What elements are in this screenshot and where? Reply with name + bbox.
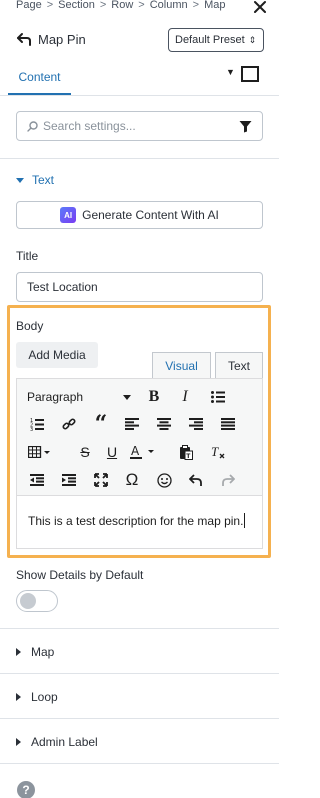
svg-text:3: 3 [30,427,33,431]
divider [0,628,279,629]
show-details-label: Show Details by Default [16,568,144,582]
outdent-icon[interactable] [26,469,48,491]
generate-ai-button[interactable]: AI Generate Content With AI [16,201,263,229]
editor-text: This is a test description for the map p… [28,513,244,528]
rich-text-editor[interactable]: Paragraph B I 123 “ S U A T T Ω This is … [16,378,263,549]
breadcrumb-separator: > [192,0,200,11]
redo-icon[interactable] [217,469,239,491]
undo-icon[interactable] [185,469,207,491]
align-right-icon[interactable] [185,413,207,435]
caret-right-icon [16,693,21,701]
align-justify-icon[interactable] [217,413,239,435]
strikethrough-icon[interactable]: S [74,441,96,463]
align-center-icon[interactable] [153,413,175,435]
help-icon[interactable]: ? [17,781,35,798]
filter-icon[interactable] [239,120,252,133]
search-field[interactable] [16,111,263,141]
format-value: Paragraph [27,390,84,404]
table-icon[interactable] [26,441,58,463]
breadcrumb-separator: > [46,0,54,11]
ai-icon: AI [60,207,77,223]
breadcrumb-item-map[interactable]: Map [204,0,225,11]
tab-text[interactable]: Text [215,352,263,379]
add-media-button[interactable]: Add Media [16,342,98,368]
text-color-icon[interactable]: A [129,441,159,463]
tab-content[interactable]: Content [8,60,71,95]
title-input[interactable] [16,272,263,302]
group-loop-toggle[interactable]: Loop [16,690,58,704]
svg-text:T: T [211,444,219,459]
fullscreen-icon[interactable] [90,469,112,491]
editor-content[interactable]: This is a test description for the map p… [28,513,246,528]
special-character-icon[interactable]: Ω [121,469,143,491]
divider [0,718,279,719]
back-arrow-icon[interactable] [16,32,32,46]
toggle-knob [20,593,36,609]
paste-text-icon[interactable]: T [175,441,197,463]
caret-down-icon [16,177,24,183]
link-icon[interactable] [58,413,80,435]
italic-icon[interactable]: I [174,386,196,408]
blockquote-icon[interactable]: “ [90,411,112,437]
emoticons-icon[interactable] [153,469,175,491]
caret-right-icon [16,648,21,656]
show-details-toggle[interactable] [16,590,58,612]
divider [0,673,279,674]
preset-label: Default Preset [175,34,245,46]
indent-icon[interactable] [58,469,80,491]
body-label: Body [16,319,44,333]
group-text-toggle[interactable]: Text [16,173,54,187]
caret-down-icon [123,394,131,400]
generate-ai-label: Generate Content With AI [82,208,219,222]
clear-formatting-icon[interactable]: T [207,441,229,463]
tab-visual[interactable]: Visual [152,352,211,379]
group-map-toggle[interactable]: Map [16,645,54,659]
group-admin-label-toggle[interactable]: Admin Label [16,735,98,749]
format-select[interactable]: Paragraph [27,386,131,408]
breadcrumb-separator: > [138,0,145,11]
title-label: Title [16,249,39,263]
search-icon [27,120,38,132]
caret-right-icon [16,738,21,746]
underline-icon[interactable]: U [101,441,123,463]
breadcrumb-item-section[interactable]: Section [58,0,95,11]
divider [0,95,279,96]
breadcrumb: Page > Section > Row > Column > Map [16,0,246,12]
group-admin-label-label: Admin Label [31,735,98,749]
breadcrumb-separator: > [99,0,107,11]
group-loop-label: Loop [31,690,58,704]
square-view-icon[interactable] [241,66,259,82]
search-input[interactable] [43,119,213,133]
numbered-list-icon[interactable]: 123 [26,413,48,435]
editor-toolbar: Paragraph B I 123 “ S U A T T Ω [17,379,262,496]
divider [0,763,279,764]
bullet-list-icon[interactable] [207,386,229,408]
close-icon[interactable] [253,0,267,14]
up-down-chevron-icon: ⇕ [248,34,257,45]
breadcrumb-item-column[interactable]: Column [150,0,188,11]
group-text-label: Text [32,173,55,187]
align-left-icon[interactable] [121,413,143,435]
preset-select-button[interactable]: Default Preset ⇕ [168,28,264,52]
breadcrumb-item-page[interactable]: Page [16,0,42,11]
caret-down-icon[interactable]: ▼ [226,67,235,77]
divider [0,158,279,159]
bold-icon[interactable]: B [143,386,165,408]
text-caret [244,513,246,528]
svg-text:A: A [131,444,140,458]
breadcrumb-item-row[interactable]: Row [111,0,133,11]
group-map-label: Map [31,645,55,659]
module-title: Map Pin [38,32,86,47]
